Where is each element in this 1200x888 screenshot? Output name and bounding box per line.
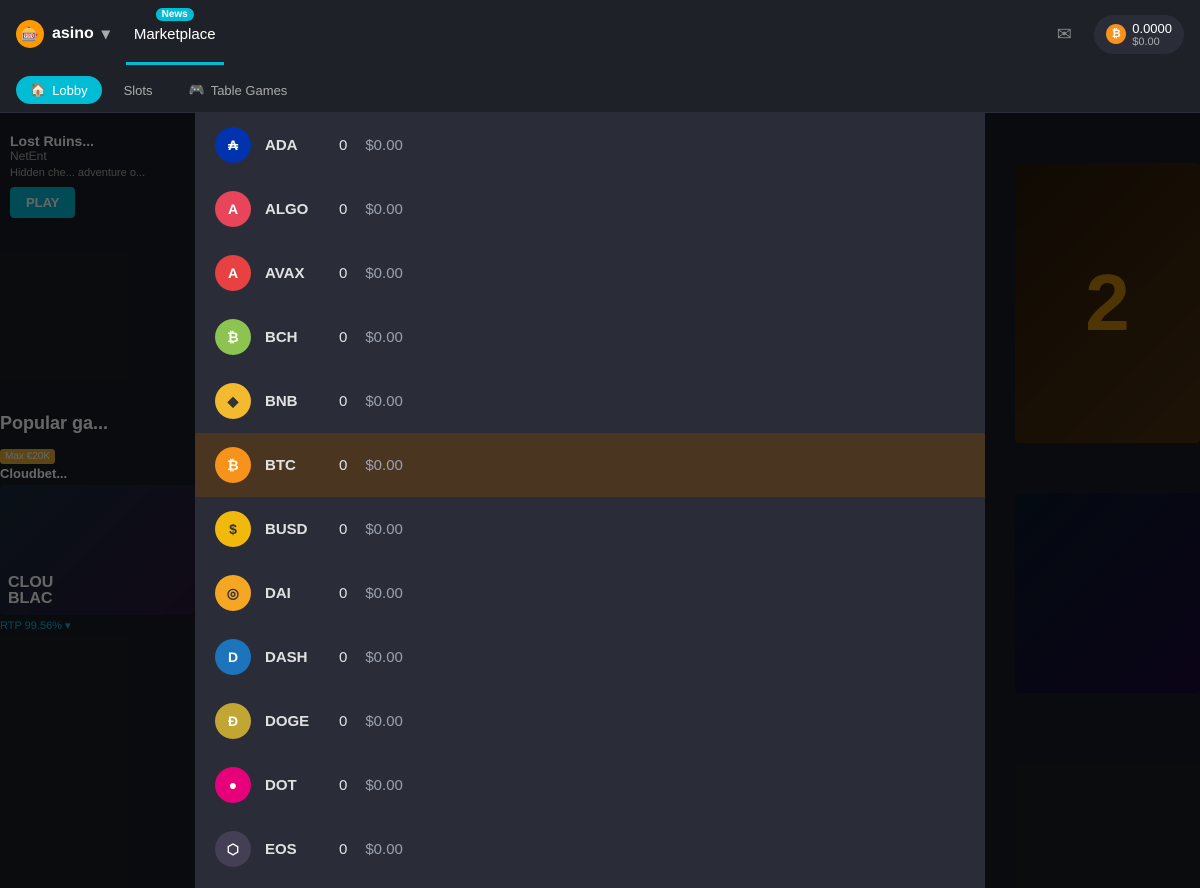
coin-item-avax[interactable]: A AVAX 0 $0.00	[195, 241, 985, 305]
coin-symbol-algo: ALGO	[265, 201, 325, 218]
coin-item-algo[interactable]: A ALGO 0 $0.00	[195, 177, 985, 241]
coin-amount-eos: 0	[339, 841, 347, 858]
coin-usd-btc: $0.00	[365, 457, 403, 474]
coin-usd-dot: $0.00	[365, 777, 403, 794]
coin-symbol-busd: BUSD	[265, 521, 325, 538]
coin-amount-dot: 0	[339, 777, 347, 794]
coin-usd-bch: $0.00	[365, 329, 403, 346]
coin-item-btc[interactable]: ₿ BTC 0 $0.00	[195, 433, 985, 497]
nav-right: ✉ ₿ 0.0000 $0.00	[1046, 15, 1184, 54]
currency-list: ₳ ADA 0 $0.00 A ALGO 0 $0.00 A AVAX 0 $0.00 ₿ BCH 0 $0.…	[195, 113, 985, 888]
marketplace-label: Marketplace	[134, 26, 216, 43]
coin-symbol-ada: ADA	[265, 137, 325, 154]
coin-item-bch[interactable]: ₿ BCH 0 $0.00	[195, 305, 985, 369]
currency-dropdown: ₳ ADA 0 $0.00 A ALGO 0 $0.00 A AVAX 0 $0.00 ₿ BCH 0 $0.…	[195, 113, 985, 888]
second-navigation: 🏠 Lobby Slots 🎮 Table Games	[0, 68, 1200, 113]
coin-icon-dash: D	[215, 639, 251, 675]
coin-usd-algo: $0.00	[365, 201, 403, 218]
coin-icon-eos: ⬡	[215, 831, 251, 867]
casino-label: asino	[52, 25, 94, 43]
coin-amount-bnb: 0	[339, 393, 347, 410]
slots-label: Slots	[124, 83, 153, 98]
coin-item-dai[interactable]: ◎ DAI 0 $0.00	[195, 561, 985, 625]
coin-item-dot[interactable]: ● DOT 0 $0.00	[195, 753, 985, 817]
coin-icon-bnb: ◆	[215, 383, 251, 419]
home-icon: 🏠	[30, 82, 46, 98]
balance-amount: 0.0000 $0.00	[1132, 21, 1172, 48]
coin-amount-ada: 0	[339, 137, 347, 154]
coin-icon-bch: ₿	[215, 319, 251, 355]
coin-symbol-dot: DOT	[265, 777, 325, 794]
coin-usd-bnb: $0.00	[365, 393, 403, 410]
coin-amount-bch: 0	[339, 329, 347, 346]
coin-icon-avax: A	[215, 255, 251, 291]
coin-amount-btc: 0	[339, 457, 347, 474]
coin-icon-dot: ●	[215, 767, 251, 803]
coin-symbol-eos: EOS	[265, 841, 325, 858]
coin-symbol-doge: DOGE	[265, 713, 325, 730]
table-games-icon: 🎮	[189, 82, 205, 98]
coin-item-busd[interactable]: $ BUSD 0 $0.00	[195, 497, 985, 561]
coin-symbol-btc: BTC	[265, 457, 325, 474]
coin-icon-busd: $	[215, 511, 251, 547]
lobby-label: Lobby	[52, 83, 87, 98]
coin-icon-btc: ₿	[215, 447, 251, 483]
coin-item-eos[interactable]: ⬡ EOS 0 $0.00	[195, 817, 985, 881]
coin-amount-avax: 0	[339, 265, 347, 282]
coin-symbol-bch: BCH	[265, 329, 325, 346]
table-games-label: Table Games	[211, 83, 288, 98]
coin-usd-doge: $0.00	[365, 713, 403, 730]
background-page: 🎰 asino ▾ News Marketplace ✉ ₿ 0.0000 $0…	[0, 0, 1200, 888]
balance-button[interactable]: ₿ 0.0000 $0.00	[1094, 15, 1184, 54]
marketplace-nav-item[interactable]: News Marketplace	[126, 26, 224, 43]
coin-symbol-avax: AVAX	[265, 265, 325, 282]
coin-usd-ada: $0.00	[365, 137, 403, 154]
coin-icon-ada: ₳	[215, 127, 251, 163]
coin-usd-eos: $0.00	[365, 841, 403, 858]
btc-icon: ₿	[1106, 24, 1126, 44]
coin-item-dash[interactable]: D DASH 0 $0.00	[195, 625, 985, 689]
coin-item-ada[interactable]: ₳ ADA 0 $0.00	[195, 113, 985, 177]
coin-item-eth[interactable]: ΞETH0$0.00	[195, 881, 985, 888]
table-games-button[interactable]: 🎮 Table Games	[175, 76, 302, 104]
mail-icon[interactable]: ✉	[1046, 16, 1082, 52]
coin-symbol-dai: DAI	[265, 585, 325, 602]
coin-usd-dash: $0.00	[365, 649, 403, 666]
casino-logo-icon: 🎰	[16, 20, 44, 48]
coin-amount-dash: 0	[339, 649, 347, 666]
casino-logo[interactable]: 🎰 asino ▾	[16, 20, 110, 48]
coin-amount-algo: 0	[339, 201, 347, 218]
slots-button[interactable]: Slots	[110, 77, 167, 104]
lobby-button[interactable]: 🏠 Lobby	[16, 76, 102, 104]
coin-usd-dai: $0.00	[365, 585, 403, 602]
coin-symbol-bnb: BNB	[265, 393, 325, 410]
content-area: Lost Ruins... NetEnt Hidden che... adven…	[0, 113, 1200, 888]
casino-dropdown-icon[interactable]: ▾	[102, 24, 110, 44]
coin-usd-avax: $0.00	[365, 265, 403, 282]
coin-item-bnb[interactable]: ◆ BNB 0 $0.00	[195, 369, 985, 433]
coin-icon-dai: ◎	[215, 575, 251, 611]
marketplace-badge: News	[156, 8, 194, 21]
coin-icon-doge: Ð	[215, 703, 251, 739]
coin-amount-dai: 0	[339, 585, 347, 602]
coin-usd-busd: $0.00	[365, 521, 403, 538]
top-navigation: 🎰 asino ▾ News Marketplace ✉ ₿ 0.0000 $0…	[0, 0, 1200, 68]
coin-item-doge[interactable]: Ð DOGE 0 $0.00	[195, 689, 985, 753]
coin-symbol-dash: DASH	[265, 649, 325, 666]
coin-icon-algo: A	[215, 191, 251, 227]
coin-amount-busd: 0	[339, 521, 347, 538]
coin-amount-doge: 0	[339, 713, 347, 730]
